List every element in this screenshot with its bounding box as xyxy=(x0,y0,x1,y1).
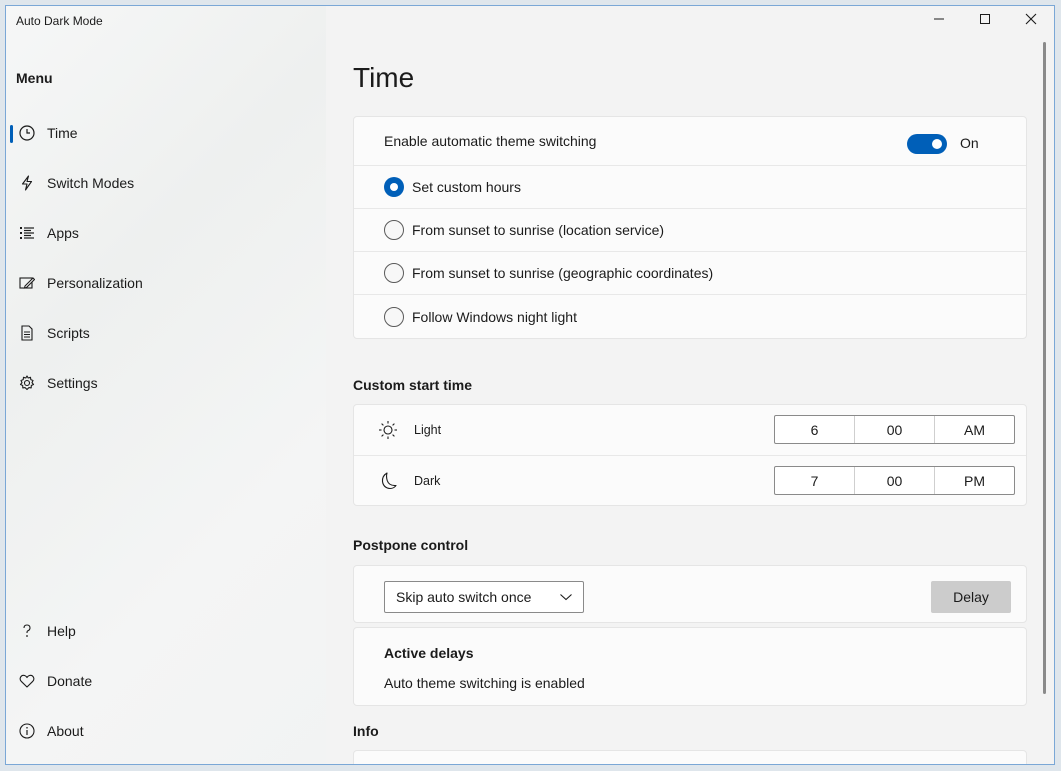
main-content: Time Enable automatic theme switching On… xyxy=(326,6,1048,764)
active-delays-status: Auto theme switching is enabled xyxy=(384,675,585,691)
auto-switch-label: Enable automatic theme switching xyxy=(384,133,597,149)
radio-label: Follow Windows night light xyxy=(412,308,577,325)
sidebar-item-personalization[interactable]: Personalization xyxy=(6,263,324,303)
radio-label: From sunset to sunrise (location service… xyxy=(412,222,665,238)
postpone-dropdown[interactable]: Skip auto switch once xyxy=(384,581,584,613)
sidebar-item-label: Scripts xyxy=(47,325,90,341)
radio-button[interactable] xyxy=(384,263,404,283)
dark-label: Dark xyxy=(414,474,441,488)
close-button[interactable] xyxy=(1008,6,1054,36)
radio-button-checked[interactable] xyxy=(384,177,404,197)
sidebar-item-help[interactable]: Help xyxy=(6,611,324,651)
sidebar-item-switch-modes[interactable]: Switch Modes xyxy=(6,163,324,203)
window-title: Auto Dark Mode xyxy=(16,14,103,28)
custom-start-card: Light 6 00 AM Dark 7 00 PM xyxy=(353,404,1027,506)
lightning-icon xyxy=(18,174,36,192)
active-delays-card: Active delays Auto theme switching is en… xyxy=(353,627,1027,706)
theme-switching-card: Enable automatic theme switching On Set … xyxy=(353,116,1027,339)
page-title: Time xyxy=(353,62,415,93)
sidebar-item-label: About xyxy=(47,723,84,739)
help-icon xyxy=(18,622,36,640)
personalization-icon xyxy=(18,274,36,292)
chevron-down-icon xyxy=(559,589,573,605)
sidebar-item-about[interactable]: About xyxy=(6,711,324,751)
hour-field[interactable]: 7 xyxy=(775,467,855,494)
heart-icon xyxy=(18,672,36,690)
sidebar-item-label: Switch Modes xyxy=(47,175,135,191)
sidebar-item-label: Settings xyxy=(47,375,98,391)
active-delays-title: Active delays xyxy=(384,645,474,661)
sidebar: Auto Dark Mode Menu Time Switch Modes Ap… xyxy=(6,6,326,764)
auto-switch-toggle[interactable] xyxy=(907,134,947,154)
menu-header: Menu xyxy=(16,70,53,86)
radio-button[interactable] xyxy=(384,220,404,240)
sidebar-item-label: Personalization xyxy=(47,275,143,291)
info-card xyxy=(353,750,1027,764)
selection-indicator xyxy=(10,125,13,143)
radio-option[interactable]: From sunset to sunrise (location service… xyxy=(354,209,1026,251)
app-window: Auto Dark Mode Menu Time Switch Modes Ap… xyxy=(5,5,1055,765)
postpone-heading: Postpone control xyxy=(353,537,469,553)
postpone-card: Skip auto switch once Delay xyxy=(353,565,1027,623)
dark-time-picker[interactable]: 7 00 PM xyxy=(774,466,1015,495)
info-icon xyxy=(18,722,36,740)
light-label: Light xyxy=(414,423,442,437)
list-icon xyxy=(18,224,36,242)
light-time-picker[interactable]: 6 00 AM xyxy=(774,415,1015,444)
info-heading: Info xyxy=(353,723,379,739)
radio-option[interactable]: Set custom hours xyxy=(354,166,1026,208)
radio-option[interactable]: From sunset to sunrise (geographic coord… xyxy=(354,252,1026,294)
sidebar-item-settings[interactable]: Settings xyxy=(6,363,324,403)
sidebar-item-donate[interactable]: Donate xyxy=(6,661,324,701)
toggle-state-label: On xyxy=(960,135,979,151)
maximize-icon xyxy=(979,12,991,30)
custom-start-heading: Custom start time xyxy=(353,377,473,393)
sidebar-item-label: Apps xyxy=(47,225,79,241)
close-icon xyxy=(1025,12,1037,30)
minute-field[interactable]: 00 xyxy=(855,416,935,443)
dropdown-value: Skip auto switch once xyxy=(396,589,532,605)
period-field[interactable]: AM xyxy=(935,416,1014,443)
minute-field[interactable]: 00 xyxy=(855,467,935,494)
sidebar-item-label: Donate xyxy=(47,673,93,689)
auto-switch-row: Enable automatic theme switching On xyxy=(354,117,1026,165)
dark-time-row: Dark 7 00 PM xyxy=(354,456,1026,506)
radio-option[interactable]: Follow Windows night light xyxy=(354,295,1026,338)
hour-field[interactable]: 6 xyxy=(775,416,855,443)
minimize-button[interactable] xyxy=(916,6,962,36)
period-field[interactable]: PM xyxy=(935,467,1014,494)
sidebar-item-label: Help xyxy=(47,623,76,639)
sidebar-item-label: Time xyxy=(47,125,78,141)
radio-button[interactable] xyxy=(384,306,404,327)
moon-icon xyxy=(378,471,398,491)
radio-label: From sunset to sunrise (geographic coord… xyxy=(412,265,714,281)
minimize-icon xyxy=(933,12,945,30)
maximize-button[interactable] xyxy=(962,6,1008,36)
sidebar-item-apps[interactable]: Apps xyxy=(6,213,324,253)
gear-icon xyxy=(18,374,36,392)
document-icon xyxy=(18,324,36,342)
clock-icon xyxy=(18,124,36,142)
sidebar-item-scripts[interactable]: Scripts xyxy=(6,313,324,353)
sidebar-item-time[interactable]: Time xyxy=(6,113,324,153)
sun-icon xyxy=(378,420,398,440)
light-time-row: Light 6 00 AM xyxy=(354,405,1026,455)
delay-button[interactable]: Delay xyxy=(931,581,1011,613)
vertical-scrollbar[interactable] xyxy=(1043,42,1046,694)
radio-label: Set custom hours xyxy=(412,179,521,195)
